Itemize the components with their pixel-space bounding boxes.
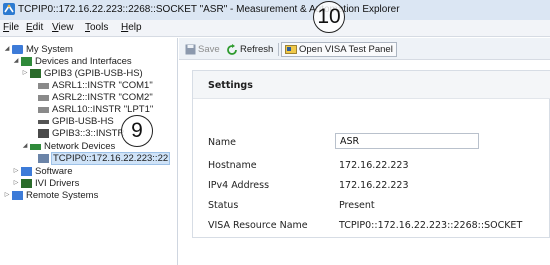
serial-port-icon xyxy=(38,82,49,89)
name-field[interactable] xyxy=(335,133,479,149)
save-button[interactable]: Save xyxy=(185,42,220,57)
expand-triangle-icon[interactable]: ◢ xyxy=(21,141,29,152)
refresh-icon xyxy=(227,43,237,55)
gpib-card-icon xyxy=(30,69,41,78)
ivi-drivers-icon xyxy=(21,179,32,188)
ipv4-address-value: 172.16.22.223 xyxy=(339,180,409,191)
tree-item-gpib3-3-instr[interactable]: GPIB3::3::INSTR xyxy=(29,128,124,139)
title-bar: TCPIP0::172.16.22.223::2268::SOCKET "ASR… xyxy=(0,0,550,20)
ipv4-address-label: IPv4 Address xyxy=(208,180,270,191)
toolbar-separator xyxy=(278,43,279,56)
save-icon xyxy=(185,44,196,55)
menu-help[interactable]: Help xyxy=(121,22,142,33)
visa-resource-name-label: VISA Resource Name xyxy=(208,220,308,231)
software-icon xyxy=(21,167,32,176)
status-value: Present xyxy=(339,200,375,211)
callout-9: 9 xyxy=(121,115,153,147)
network-device-icon xyxy=(38,154,49,163)
collapse-triangle-icon[interactable]: ▷ xyxy=(21,68,29,79)
hostname-value: 172.16.22.223 xyxy=(339,160,409,171)
toolbar: Save Refresh Open VISA Test Panel xyxy=(179,38,550,60)
main-panel: Save Refresh Open VISA Test Panel Settin… xyxy=(179,38,550,265)
tree-item-asrl10[interactable]: ASRL10::INSTR "LPT1" xyxy=(29,104,153,115)
tree-item-gpib-usb-hs[interactable]: GPIB-USB-HS xyxy=(29,116,114,127)
settings-header: Settings xyxy=(193,71,550,99)
settings-panel: Settings Name Hostname 172.16.22.223 IPv… xyxy=(192,70,550,238)
instrument-icon xyxy=(38,129,49,138)
devices-icon xyxy=(21,57,32,66)
refresh-button[interactable]: Refresh xyxy=(226,42,273,57)
menu-file[interactable]: File xyxy=(3,22,19,33)
menu-view[interactable]: View xyxy=(52,22,74,33)
tree-item-my-system[interactable]: ◢ My System xyxy=(3,44,73,55)
status-label: Status xyxy=(208,200,239,211)
tree-item-remote-systems[interactable]: ▷ Remote Systems xyxy=(3,190,99,201)
collapse-triangle-icon[interactable]: ▷ xyxy=(12,166,20,177)
hostname-label: Hostname xyxy=(208,160,257,171)
tree-item-tcpip0-socket[interactable]: TCPIP0::172.16.22.223::22 xyxy=(37,152,171,165)
remote-systems-icon xyxy=(12,191,23,200)
mae-app-icon[interactable] xyxy=(2,2,16,16)
visa-resource-name-value: TCPIP0::172.16.22.223::2268::SOCKET xyxy=(339,220,523,231)
visa-test-panel-icon xyxy=(285,45,297,54)
tree-item-asrl2[interactable]: ASRL2::INSTR "COM2" xyxy=(29,92,153,103)
tree-item-software[interactable]: ▷ Software xyxy=(12,166,73,177)
configuration-tree[interactable]: ◢ My System ◢ Devices and Interfaces ▷ G… xyxy=(0,38,178,265)
network-icon xyxy=(30,143,41,150)
tree-item-network-devices[interactable]: ◢ Network Devices xyxy=(21,141,116,152)
menu-tools[interactable]: Tools xyxy=(85,22,108,33)
serial-port-icon xyxy=(38,94,49,101)
open-visa-test-panel-button[interactable]: Open VISA Test Panel xyxy=(281,42,397,57)
tree-item-gpib3[interactable]: ▷ GPIB3 (GPIB-USB-HS) xyxy=(21,68,143,79)
name-label: Name xyxy=(208,137,237,148)
expand-triangle-icon[interactable]: ◢ xyxy=(12,56,20,67)
computer-icon xyxy=(12,45,23,54)
tree-item-devices-and-interfaces[interactable]: ◢ Devices and Interfaces xyxy=(12,56,132,67)
collapse-triangle-icon[interactable]: ▷ xyxy=(3,190,11,201)
serial-port-icon xyxy=(38,106,49,113)
collapse-triangle-icon[interactable]: ▷ xyxy=(12,178,20,189)
callout-10: 10 xyxy=(313,1,345,33)
menu-edit[interactable]: Edit xyxy=(26,22,43,33)
settings-heading: Settings xyxy=(208,80,253,91)
tree-item-asrl1[interactable]: ASRL1::INSTR "COM1" xyxy=(29,80,153,91)
usb-icon xyxy=(38,119,49,124)
menu-bar: File Edit View Tools Help xyxy=(0,20,550,37)
tree-item-ivi-drivers[interactable]: ▷ IVI Drivers xyxy=(12,178,80,189)
expand-triangle-icon[interactable]: ◢ xyxy=(3,44,11,55)
